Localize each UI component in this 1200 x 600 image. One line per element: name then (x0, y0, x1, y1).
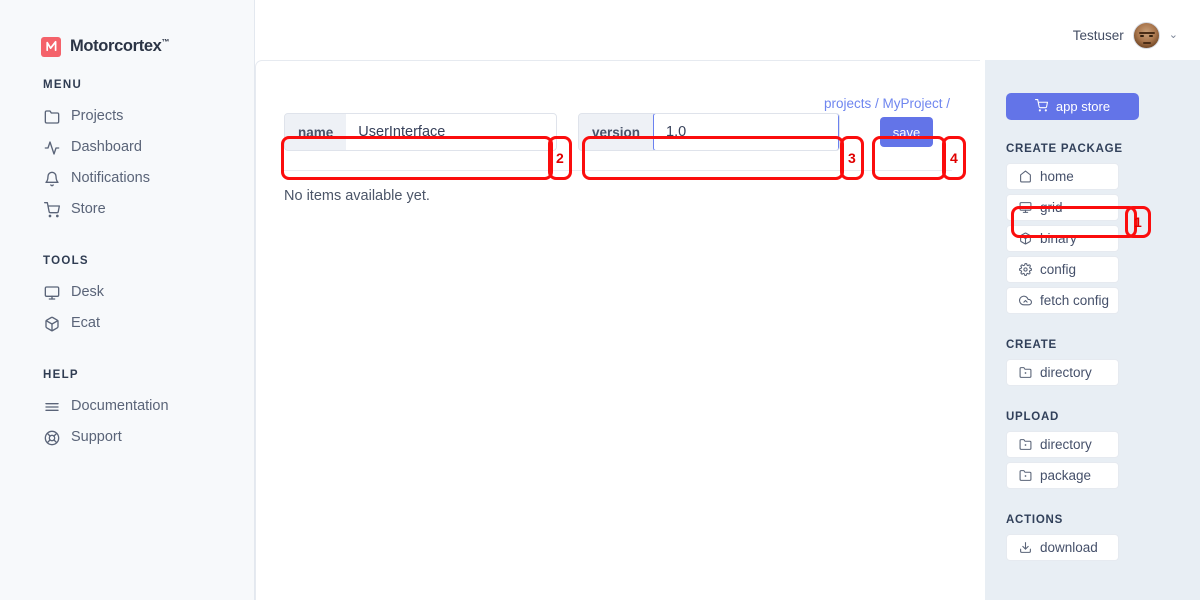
motorcortex-logo-icon (41, 36, 61, 57)
create-directory-button[interactable]: directory (1006, 359, 1119, 386)
sidebar-item-label: Notifications (71, 170, 150, 186)
upload-button-label: package (1040, 468, 1092, 483)
version-input[interactable] (653, 114, 839, 150)
package-button-fetch-config[interactable]: fetch config (1006, 287, 1119, 314)
sidebar-item-label: Projects (71, 108, 124, 124)
sidebar-item-label: Ecat (71, 315, 101, 331)
sidebar-heading-tools: TOOLS (43, 255, 89, 267)
cart-icon (43, 201, 60, 218)
home-icon (1018, 170, 1032, 184)
breadcrumb[interactable]: projects / MyProject / (284, 61, 952, 111)
sidebar-heading-help: HELP (43, 369, 79, 381)
save-button[interactable]: save (880, 117, 933, 147)
app-store-label: app store (1055, 99, 1111, 114)
package-button-label: grid (1040, 200, 1063, 215)
version-label: version (579, 114, 654, 150)
empty-state-message: No items available yet. (284, 188, 430, 204)
brand-name-text: Motorcortex (70, 37, 162, 55)
package-button-config[interactable]: config (1006, 256, 1119, 283)
brand-logo[interactable]: Motorcortex™ (0, 0, 254, 66)
monitor-icon (1018, 201, 1032, 215)
sidebar-item-label: Dashboard (71, 139, 142, 155)
sidebar-item-label: Support (71, 429, 122, 445)
cube-icon (1018, 232, 1032, 246)
sidebar-item-label: Store (71, 201, 106, 217)
download-icon (1018, 541, 1032, 555)
left-sidebar: Motorcortex™ MENU Projects Dashboard Not… (0, 0, 255, 600)
package-button-label: fetch config (1040, 293, 1110, 308)
sidebar-item-ecat[interactable]: Ecat (0, 308, 254, 339)
right-sidebar: app store CREATE PACKAGE home grid binar… (985, 60, 1200, 600)
right-heading-actions: ACTIONS (1006, 514, 1063, 526)
create-button-label: directory (1040, 365, 1092, 380)
right-heading-upload: UPLOAD (1006, 411, 1060, 423)
package-form: name version save (284, 113, 952, 151)
content-panel: projects / MyProject / name version save… (255, 60, 980, 600)
username-label: Testuser (1072, 28, 1124, 43)
app-root: Motorcortex™ MENU Projects Dashboard Not… (0, 0, 1200, 600)
cube-icon (43, 315, 60, 332)
package-button-binary[interactable]: binary (1006, 225, 1119, 252)
lines-icon (43, 398, 60, 415)
lifebuoy-icon (43, 429, 60, 446)
sidebar-item-desk[interactable]: Desk (0, 277, 254, 308)
grid-package-button[interactable]: grid (1006, 194, 1119, 221)
package-button-home[interactable]: home (1006, 163, 1119, 190)
folder-plus-icon (1018, 366, 1032, 380)
sidebar-item-notifications[interactable]: Notifications (0, 163, 254, 194)
sidebar-heading-menu: MENU (43, 79, 83, 91)
package-button-label: config (1040, 262, 1077, 277)
folder-plus-icon (1018, 438, 1032, 452)
package-button-label: home (1040, 169, 1074, 184)
name-input[interactable] (346, 114, 556, 150)
sidebar-item-dashboard[interactable]: Dashboard (0, 132, 254, 163)
upload-button-label: directory (1040, 437, 1092, 452)
download-button-label: download (1040, 540, 1098, 555)
chevron-down-icon[interactable]: ⌄ (1169, 30, 1178, 41)
package-button-label: binary (1040, 231, 1077, 246)
sidebar-item-support[interactable]: Support (0, 422, 254, 453)
bell-icon (43, 170, 60, 187)
user-menu[interactable]: Testuser ⌄ (1073, 22, 1178, 49)
activity-icon (43, 139, 60, 156)
avatar[interactable] (1132, 22, 1160, 49)
right-heading-create: CREATE (1006, 339, 1057, 351)
version-input-group: version (578, 113, 840, 151)
sidebar-item-label: Documentation (71, 398, 169, 414)
sidebar-item-store[interactable]: Store (0, 194, 254, 225)
app-store-button[interactable]: app store (1006, 93, 1139, 120)
cloud-fetch-icon (1018, 294, 1032, 308)
right-heading-create-package: CREATE PACKAGE (1006, 143, 1123, 155)
brand-name: Motorcortex™ (70, 37, 169, 56)
content-divider (284, 170, 952, 171)
gear-icon (1018, 263, 1032, 277)
cart-icon (1034, 98, 1048, 115)
folder-plus-icon (1018, 469, 1032, 483)
name-input-group: name (284, 113, 557, 151)
sidebar-item-documentation[interactable]: Documentation (0, 391, 254, 422)
monitor-icon (43, 284, 60, 301)
download-action-button[interactable]: download (1006, 534, 1119, 561)
folder-icon (43, 108, 60, 125)
brand-trademark: ™ (161, 37, 170, 47)
upload-package-button[interactable]: package (1006, 462, 1119, 489)
name-label: name (285, 114, 347, 150)
sidebar-item-label: Desk (71, 284, 105, 300)
main-area: Testuser ⌄ projects / MyProject / name v… (255, 0, 1200, 600)
upload-directory-button[interactable]: directory (1006, 431, 1119, 458)
sidebar-item-projects[interactable]: Projects (0, 101, 254, 132)
